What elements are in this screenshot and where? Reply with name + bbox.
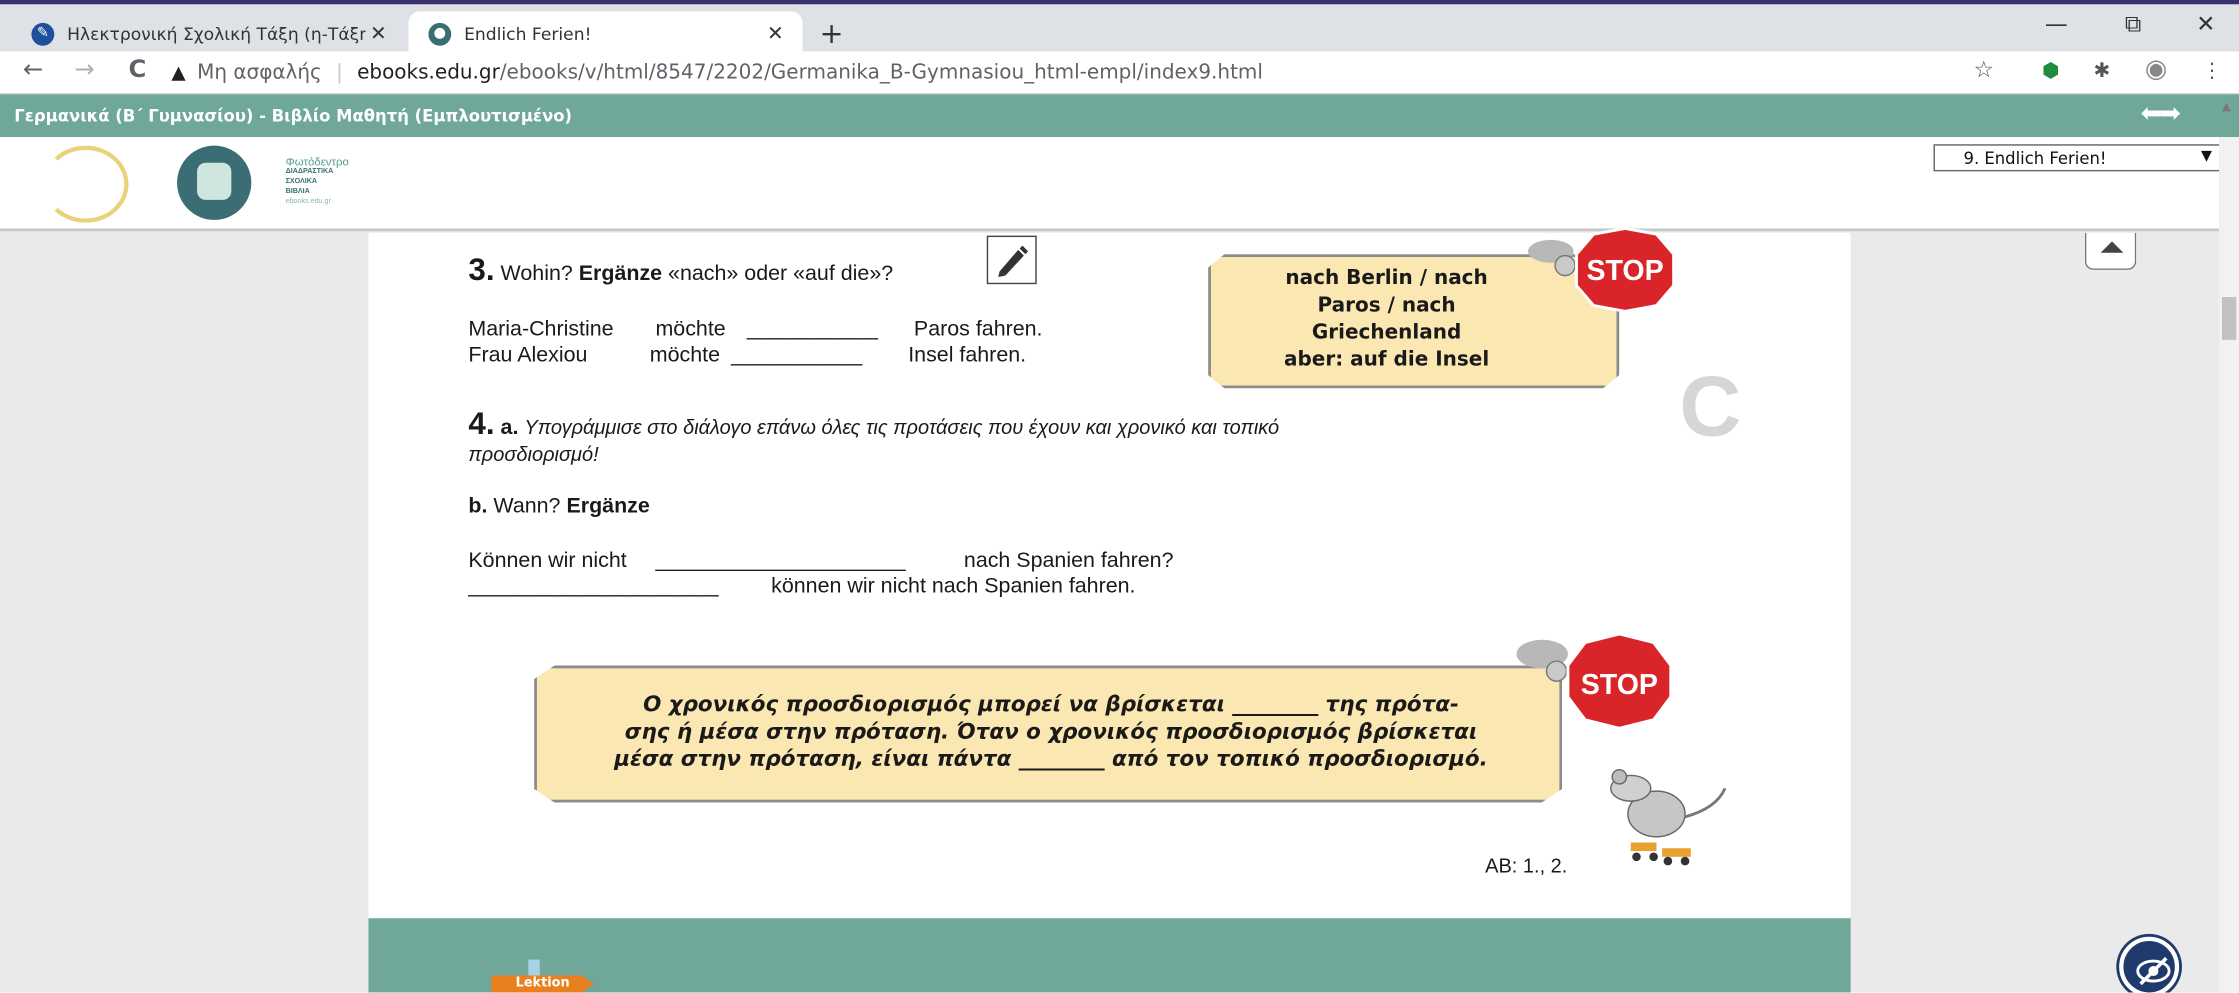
exercise4-a-text-2: προσδιορισμό! (468, 442, 599, 466)
workbook-reference: AB: 1., 2. (1485, 853, 1568, 877)
book-title: Γερμανικά (Β΄ Γυμνασίου) - Βιβλίο Μαθητή… (14, 105, 573, 126)
ex4-line2-blank[interactable]: _____________________ (468, 574, 718, 598)
ex3-line1-blank[interactable]: ___________ (747, 317, 878, 341)
stop1-line: nach Berlin / nach (1285, 267, 1488, 290)
forward-button[interactable]: → (74, 56, 94, 85)
ex3-line2-blank[interactable]: ___________ (731, 343, 862, 367)
logo-sub3: ΒΙΒΛΙΑ (285, 187, 310, 196)
ex3-line1-name: Maria-Christine (468, 317, 614, 342)
ex4-line1-blank[interactable]: _____________________ (655, 548, 905, 572)
close-tab-icon[interactable]: ✕ (366, 22, 392, 45)
exercise4-b-label: b. (468, 494, 488, 519)
browser-menu-icon[interactable]: ⋮ (2202, 60, 2222, 83)
ex4-line2-b: können wir nicht nach Spanien fahren. (771, 574, 1136, 599)
ex3-line2-verb: möchte (649, 342, 721, 367)
close-window-button[interactable]: ✕ (2196, 10, 2215, 37)
back-button[interactable]: ← (23, 56, 43, 85)
exercise3-instruction: Ergänze (578, 261, 663, 286)
scroll-to-top-button[interactable] (2084, 232, 2137, 270)
shield-extension-icon[interactable]: ⬢ (2042, 60, 2059, 83)
exercise3-prompt: Wohin? (500, 261, 573, 286)
url-host: ebooks.edu.gr (357, 61, 500, 85)
address-bar[interactable]: ▲ Μη ασφαλής | ebooks.edu.gr/ebooks/v/ht… (171, 56, 2027, 90)
eclass-favicon-icon: ✎ (31, 22, 55, 45)
minimize-button[interactable]: — (2045, 10, 2068, 37)
ebooks-favicon-icon: ● (428, 22, 452, 45)
stop-sign-mouse-icon: STOP (1527, 228, 1676, 313)
bookmark-star-icon[interactable]: ☆ (1973, 56, 1993, 83)
exercise4-b-prompt: Wann? (493, 494, 561, 519)
eye-slash-icon (2136, 956, 2171, 986)
stop-sign-text: STOP (1586, 255, 1663, 287)
ex3-line1-verb: möchte (655, 317, 726, 342)
url-path: /ebooks/v/html/8547/2202/Germanika_B-Gym… (499, 61, 1263, 85)
profile-avatar-icon[interactable]: ◉ (2145, 54, 2167, 84)
lektion-badge[interactable]: Lektion (491, 975, 595, 993)
ex4-line1-a: Können wir nicht (468, 548, 627, 573)
ex3-line1-rest: Paros fahren. (913, 317, 1043, 342)
address-separator: | (336, 61, 343, 85)
stop2-line: Ο χρονικός προσδιορισμός μπορεί να βρίσκ… (643, 691, 1459, 717)
exercise4-b: b. Wann? Ergänze (468, 494, 649, 518)
ex3-line2-rest: Insel fahren. (908, 342, 1027, 367)
up-arrow-icon (2100, 241, 2124, 253)
logo-url: ebooks.edu.gr (285, 197, 331, 206)
book-page (368, 232, 1851, 993)
pencil-edit-icon[interactable] (986, 235, 1037, 285)
stop2-line: σης ή μέσα στην πρόταση. Όταν ο χρονικός… (624, 718, 1478, 744)
browser-toolbar: ← → C ▲ Μη ασφαλής | ebooks.edu.gr/ebook… (0, 51, 2239, 95)
reload-button[interactable]: C (129, 56, 147, 85)
stop-sign-mouse-icon: STOP (1516, 632, 1673, 730)
scrollbar[interactable] (2219, 137, 2239, 993)
chapter-select-value: 9. Endlich Ferien! (1963, 147, 2107, 168)
ex4-line1-b: nach Spanien fahren? (963, 548, 1174, 573)
section-letter: C (1679, 358, 1742, 455)
photodentro-logo: Φωτόδεντρο ΔΙΑΔΡΑΣΤΙΚΑ ΣΧΟΛΙΚΑ ΒΙΒΛΙΑ eb… (177, 145, 349, 220)
tab-title: Endlich Ferien! (464, 23, 592, 44)
page-footer-band (368, 918, 1851, 993)
stop1-line: Griechenland (1311, 321, 1462, 345)
logo-sub1: ΔΙΑΔΡΑΣΤΙΚΑ (285, 167, 334, 176)
close-tab-icon[interactable]: ✕ (763, 22, 789, 45)
scroll-up-icon[interactable]: ▲ (2222, 100, 2231, 113)
restore-button[interactable]: ⧉ (2125, 10, 2141, 39)
chevron-down-icon: ▼ (2200, 148, 2212, 165)
mouse-skating-icon (1610, 768, 1727, 866)
side-margin (1850, 232, 2220, 993)
security-label: Μη ασφαλής (197, 61, 322, 85)
stop-sign-text: STOP (1581, 669, 1658, 701)
stop1-line: Paros / nach (1317, 294, 1456, 318)
exercise4-a: 4. a. Υπογράμμισε στο διάλογο επάνω όλες… (468, 406, 1279, 443)
tab-endlich-ferien[interactable]: ● Endlich Ferien! ✕ (408, 11, 803, 56)
site-title-bar: Γερμανικά (Β΄ Γυμνασίου) - Βιβλίο Μαθητή… (0, 94, 2239, 138)
puzzle-extension-icon[interactable]: ✱ (2093, 60, 2110, 83)
new-tab-button[interactable]: + (820, 16, 844, 50)
stop-note-2-text: Ο χρονικός προσδιορισμός μπορεί να βρίσκ… (554, 691, 1548, 772)
warning-icon: ▲ (171, 62, 186, 84)
exercise3-number: 3. (468, 251, 495, 288)
exercise4-a-label: a. (500, 415, 519, 440)
lektion-tab-marker (528, 959, 540, 977)
tab-title: Ηλεκτρονική Σχολική Τάξη (η-Τάξη) (67, 23, 366, 44)
page-nav-arrows-icon[interactable]: ⬅➡ (2141, 99, 2181, 129)
hide-eye-button[interactable] (2119, 936, 2180, 993)
browser-window: ✎ Ηλεκτρονική Σχολική Τάξη (η-Τάξη) ✕ ● … (0, 0, 2239, 993)
stop1-line: aber: auf die Insel (1283, 348, 1490, 372)
exercise4-a-text: Υπογράμμισε στο διάλογο επάνω όλες τις π… (524, 415, 1280, 439)
logo-sub2: ΣΧΟΛΙΚΑ (285, 177, 318, 186)
exercise3-options: «nach» oder «auf die»? (668, 261, 894, 286)
exercise4-b-instruction: Ergänze (566, 494, 650, 519)
exercise3-heading: 3. Wohin? Ergänze «nach» oder «auf die»? (468, 251, 893, 288)
logo-name: Φωτόδεντρο (285, 155, 349, 169)
scrollbar-thumb[interactable] (2221, 297, 2237, 340)
ministry-logo (42, 145, 129, 223)
stop-note-1-text: nach Berlin / nach Paros / nach Griechen… (1240, 266, 1534, 375)
tab-eclass[interactable]: ✎ Ηλεκτρονική Σχολική Τάξη (η-Τάξη) ✕ (11, 11, 405, 55)
exercise4-number: 4. (468, 405, 495, 442)
tab-strip: ✎ Ηλεκτρονική Σχολική Τάξη (η-Τάξη) ✕ ● … (0, 0, 2239, 56)
ex3-line2-name: Frau Alexiou (468, 342, 588, 367)
chapter-select[interactable]: 9. Endlich Ferien! ▼ (1933, 144, 2222, 172)
stop2-line: μέσα στην πρόταση, είναι πάντα ________ … (614, 745, 1488, 772)
